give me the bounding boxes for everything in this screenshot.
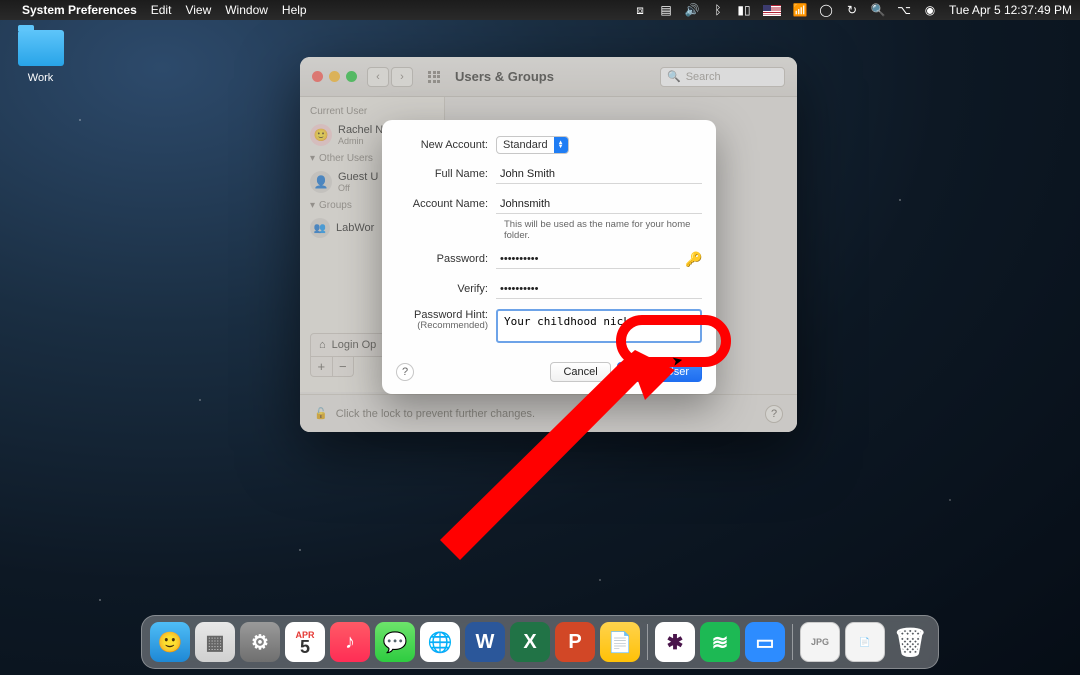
verify-password-input[interactable] xyxy=(496,279,702,299)
wifi-icon[interactable]: 📶 xyxy=(793,3,807,17)
account-type-value: Standard xyxy=(497,139,554,151)
annotation-arrow xyxy=(420,345,680,605)
dock-notes[interactable]: 📄 xyxy=(600,622,640,662)
menubar: System Preferences Edit View Window Help… xyxy=(0,0,1080,20)
save-icon[interactable]: ▤ xyxy=(659,3,673,17)
dock-file-2[interactable]: 📄 xyxy=(845,622,885,662)
dock-separator xyxy=(647,624,648,660)
siri-icon[interactable]: ◉ xyxy=(923,3,937,17)
bluetooth-icon[interactable]: ᛒ xyxy=(711,3,725,17)
dock-file-1[interactable]: JPG xyxy=(800,622,840,662)
desktop-folder-work[interactable]: Work xyxy=(13,30,68,84)
battery-icon[interactable]: ▮▯ xyxy=(737,3,751,17)
menubar-clock[interactable]: Tue Apr 5 12:37:49 PM xyxy=(949,3,1072,17)
volume-icon[interactable]: 🔊 xyxy=(685,3,699,17)
dock-spotify[interactable]: ≋ xyxy=(700,622,740,662)
dock-zoom[interactable]: ▭ xyxy=(745,622,785,662)
account-name-hint: This will be used as the name for your h… xyxy=(396,216,702,241)
dropbox-icon[interactable]: ⧈ xyxy=(633,3,647,17)
control-center-icon[interactable]: ⌥ xyxy=(897,3,911,17)
menu-help[interactable]: Help xyxy=(282,3,307,17)
full-name-input[interactable] xyxy=(496,164,702,184)
label-account-name: Account Name: xyxy=(396,198,496,210)
dock: 🙂 ▦ ⚙ APR5 ♪ 💬 🌐 W X P 📄 ✱ ≋ ▭ JPG 📄 🗑 xyxy=(141,615,939,669)
label-password: Password: xyxy=(396,253,496,265)
dock-finder[interactable]: 🙂 xyxy=(150,622,190,662)
timemachine-icon[interactable]: ↻ xyxy=(845,3,859,17)
folder-label: Work xyxy=(13,72,68,84)
account-name-input[interactable] xyxy=(496,194,702,214)
dock-trash[interactable]: 🗑 xyxy=(890,622,930,662)
app-menu[interactable]: System Preferences xyxy=(22,3,137,17)
account-type-select[interactable]: Standard ▲▼ xyxy=(496,136,569,154)
dock-messages[interactable]: 💬 xyxy=(375,622,415,662)
menu-window[interactable]: Window xyxy=(225,3,268,17)
password-input[interactable] xyxy=(496,249,680,269)
dock-launchpad[interactable]: ▦ xyxy=(195,622,235,662)
dock-powerpoint[interactable]: P xyxy=(555,622,595,662)
select-arrows-icon: ▲▼ xyxy=(554,136,568,154)
dock-system-preferences[interactable]: ⚙ xyxy=(240,622,280,662)
spotlight-icon[interactable]: 🔍 xyxy=(871,3,885,17)
dock-separator-2 xyxy=(792,624,793,660)
input-source-icon[interactable] xyxy=(763,5,781,16)
dock-calendar[interactable]: APR5 xyxy=(285,622,325,662)
label-verify: Verify: xyxy=(396,283,496,295)
label-new-account: New Account: xyxy=(396,139,496,151)
folder-icon xyxy=(18,30,64,66)
user-icon[interactable]: ◯ xyxy=(819,3,833,17)
menu-edit[interactable]: Edit xyxy=(151,3,172,17)
label-full-name: Full Name: xyxy=(396,168,496,180)
dock-slack[interactable]: ✱ xyxy=(655,622,695,662)
dock-music[interactable]: ♪ xyxy=(330,622,370,662)
dock-chrome[interactable]: 🌐 xyxy=(420,622,460,662)
dock-word[interactable]: W xyxy=(465,622,505,662)
password-assistant-icon[interactable]: 🔑 xyxy=(686,249,702,269)
label-password-hint: Password Hint: (Recommended) xyxy=(396,309,496,332)
dock-excel[interactable]: X xyxy=(510,622,550,662)
menu-view[interactable]: View xyxy=(185,3,211,17)
dialog-help-button[interactable]: ? xyxy=(396,363,414,381)
